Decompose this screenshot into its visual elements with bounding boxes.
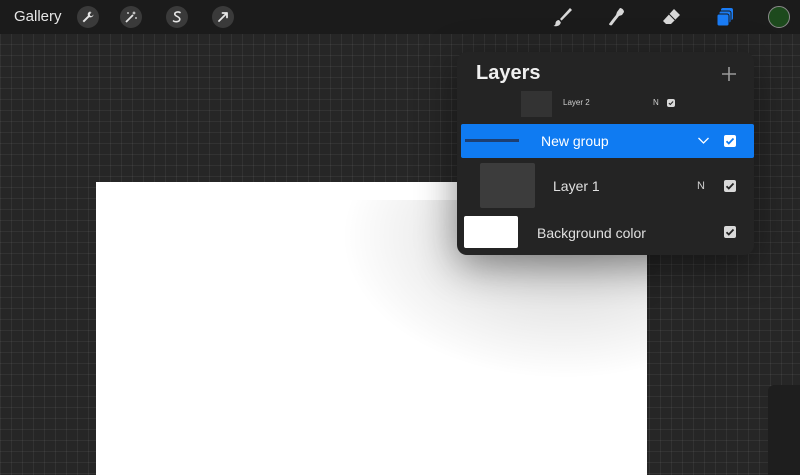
group-name: New group [541,133,609,149]
actions-button[interactable] [77,6,99,28]
magic-wand-icon [125,11,137,23]
brush-icon [553,8,572,27]
layer-name: Layer 2 [563,98,590,107]
blend-mode-button[interactable]: N [697,180,705,192]
layer-row[interactable]: Layer 2 N [457,90,754,120]
panel-title: Layers [476,62,541,84]
group-row-selected[interactable]: New group [461,124,754,158]
group-thumbnail [465,139,519,142]
background-color-label: Background color [537,225,646,241]
selection-button[interactable] [166,6,188,28]
check-icon [725,228,735,236]
layer-name: Layer 1 [553,178,600,194]
layers-icon [716,8,733,27]
check-icon [725,182,735,190]
group-expand-button[interactable] [697,134,710,152]
visibility-checkbox[interactable] [724,226,736,238]
layer-thumbnail [521,91,552,117]
blend-mode-button[interactable]: N [653,98,659,107]
layers-panel: Layers Layer 2 N New group Layer 1 N Bac… [457,52,754,255]
transform-arrow-icon [218,12,228,22]
top-toolbar: Gallery [0,0,800,34]
adjustments-button[interactable] [120,6,142,28]
visibility-checkbox[interactable] [724,135,736,147]
visibility-checkbox[interactable] [667,99,675,107]
layer-row[interactable]: Layer 1 N [457,162,754,210]
eraser-icon [663,9,680,24]
layer-thumbnail [480,163,535,208]
check-icon [668,101,674,106]
brush-tool-button[interactable] [549,5,575,29]
background-color-row[interactable]: Background color [457,214,754,250]
sidebar-handle[interactable] [768,385,800,475]
wrench-icon [82,11,94,23]
check-icon [725,137,735,145]
eraser-tool-button[interactable] [658,5,684,29]
selection-s-icon [172,11,181,23]
plus-icon [722,67,736,81]
layers-tool-button[interactable] [712,5,738,29]
smudge-tool-button[interactable] [604,5,630,29]
background-color-swatch [464,216,518,248]
visibility-checkbox[interactable] [724,180,736,192]
color-picker-button[interactable] [768,6,790,28]
smudge-icon [609,8,624,26]
chevron-down-icon [698,137,709,144]
add-layer-button[interactable] [719,64,739,84]
transform-button[interactable] [212,6,234,28]
gallery-button[interactable]: Gallery [14,8,62,25]
